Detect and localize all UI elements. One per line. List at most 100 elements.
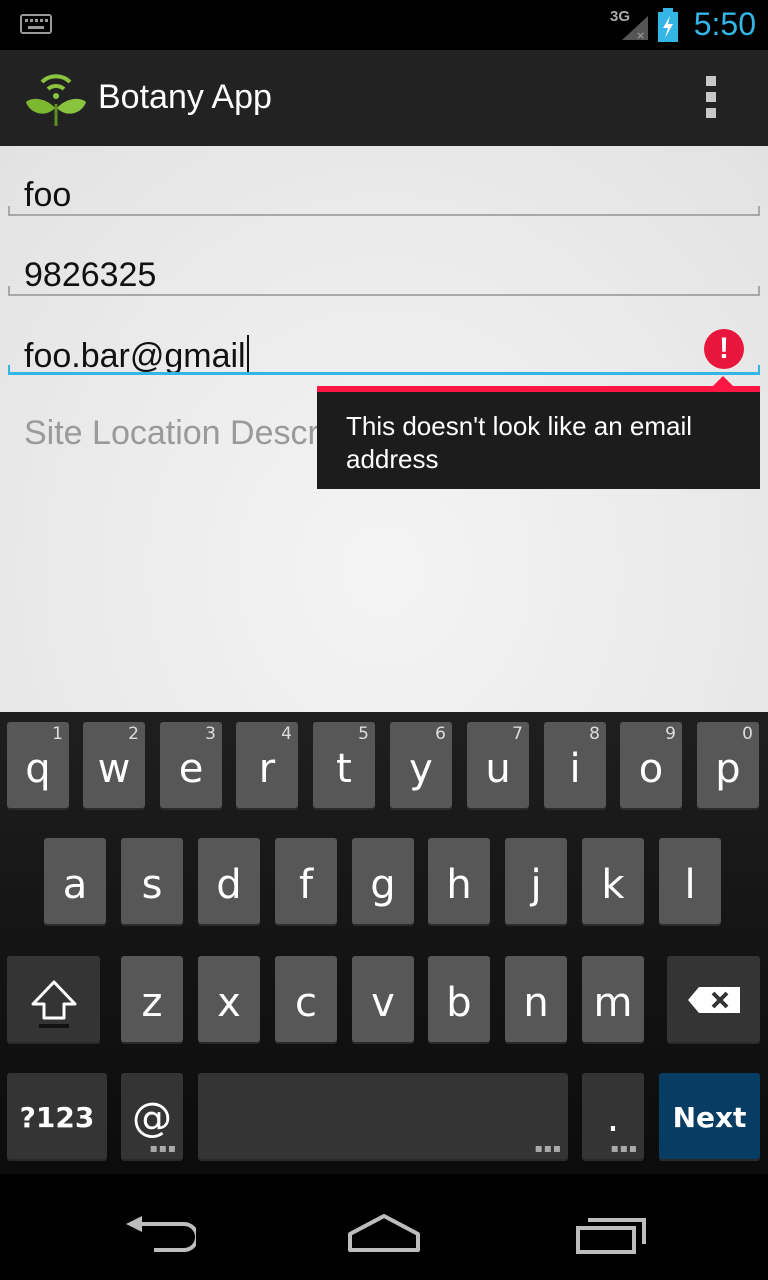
key-label: m: [593, 980, 633, 1026]
key-label: @: [132, 1095, 172, 1141]
key-d[interactable]: d: [198, 838, 260, 924]
key-h[interactable]: h: [428, 838, 490, 924]
key-a[interactable]: a: [44, 838, 106, 924]
text-cursor: [246, 335, 249, 375]
field-value: 9826325: [24, 256, 157, 294]
key-label: Next: [672, 1101, 747, 1134]
key-label: j: [530, 862, 542, 908]
key-m[interactable]: m: [582, 956, 644, 1042]
email-field[interactable]: foo.bar@gmail !: [8, 315, 760, 375]
key-n[interactable]: n: [505, 956, 567, 1042]
key-label: p: [715, 746, 741, 792]
key-label: b: [446, 980, 472, 1026]
field-value: foo: [24, 176, 72, 214]
key-label: k: [601, 862, 625, 908]
field-value: foo.bar@gmail: [24, 335, 249, 376]
key-hint: 8: [589, 724, 600, 744]
key-r[interactable]: 4r: [236, 722, 298, 808]
symbols-key[interactable]: ?123: [7, 1073, 107, 1159]
key-j[interactable]: j: [505, 838, 567, 924]
field-underline: [8, 286, 760, 296]
key-t[interactable]: 5t: [313, 722, 375, 808]
space-key[interactable]: ▪▪▪: [198, 1073, 568, 1159]
key-u[interactable]: 7u: [467, 722, 529, 808]
popup-arrow: [713, 376, 733, 386]
key-label: r: [258, 746, 276, 792]
key-label: ?123: [19, 1101, 95, 1134]
home-icon[interactable]: [346, 1212, 422, 1254]
field-underline: [8, 206, 760, 216]
more-keys-hint: ▪▪▪: [610, 1141, 638, 1155]
period-key[interactable]: . ▪▪▪: [582, 1073, 644, 1159]
key-l[interactable]: l: [659, 838, 721, 924]
leaf-wifi-icon[interactable]: [24, 64, 88, 130]
shift-icon: [31, 980, 77, 1028]
app-title: Botany App: [98, 78, 272, 116]
key-w[interactable]: 2w: [83, 722, 145, 808]
key-label: n: [523, 980, 549, 1026]
key-i[interactable]: 8i: [544, 722, 606, 808]
key-e[interactable]: 3e: [160, 722, 222, 808]
key-label: y: [409, 746, 433, 792]
backspace-icon: [688, 987, 740, 1013]
recent-apps-icon[interactable]: [574, 1212, 648, 1256]
key-b[interactable]: b: [428, 956, 490, 1042]
field-underline: [8, 365, 760, 375]
key-o[interactable]: 9o: [620, 722, 682, 808]
key-label: d: [216, 862, 242, 908]
key-x[interactable]: x: [198, 956, 260, 1042]
key-hint: 6: [435, 724, 446, 744]
signal-icon: ×: [622, 16, 648, 42]
backspace-key[interactable]: [667, 956, 760, 1042]
key-hint: 3: [205, 724, 216, 744]
at-key[interactable]: @ ▪▪▪: [121, 1073, 183, 1159]
key-label: a: [62, 862, 88, 908]
key-label: i: [569, 746, 581, 792]
more-keys-hint: ▪▪▪: [534, 1141, 562, 1155]
action-bar: Botany App: [0, 50, 768, 146]
key-z[interactable]: z: [121, 956, 183, 1042]
overflow-menu-icon[interactable]: [704, 76, 718, 120]
text-field-2[interactable]: 9826325: [8, 236, 760, 296]
svg-text:×: ×: [636, 29, 645, 42]
key-q[interactable]: 1q: [7, 722, 69, 808]
more-keys-hint: ▪▪▪: [149, 1141, 177, 1155]
text-field-1[interactable]: foo: [8, 156, 760, 216]
key-hint: 4: [281, 724, 292, 744]
key-v[interactable]: v: [352, 956, 414, 1042]
status-bar: 3G × 5:50: [0, 0, 768, 50]
error-message: This doesn't look like an email address: [346, 411, 693, 474]
key-label: z: [141, 980, 163, 1026]
next-key[interactable]: Next: [659, 1073, 760, 1159]
key-p[interactable]: 0p: [697, 722, 759, 808]
key-label: q: [25, 746, 51, 792]
error-icon[interactable]: !: [704, 329, 744, 369]
navigation-bar: [0, 1174, 768, 1280]
key-k[interactable]: k: [582, 838, 644, 924]
key-f[interactable]: f: [275, 838, 337, 924]
key-s[interactable]: s: [121, 838, 183, 924]
back-icon[interactable]: [124, 1214, 196, 1254]
key-hint: 7: [512, 724, 523, 744]
key-hint: 5: [358, 724, 369, 744]
key-hint: 0: [742, 724, 753, 744]
shift-key[interactable]: [7, 956, 100, 1042]
key-label: o: [638, 746, 664, 792]
soft-keyboard: 1q 2w 3e 4r 5t 6y 7u 8i 9o 0p a s d f g …: [0, 712, 768, 1174]
key-hint: 2: [128, 724, 139, 744]
key-label: h: [446, 862, 472, 908]
battery-icon: [658, 8, 678, 42]
key-label: x: [217, 980, 241, 1026]
error-popup: This doesn't look like an email address: [317, 376, 760, 489]
keyboard-notification-icon: [20, 14, 52, 34]
key-label: g: [370, 862, 396, 908]
key-hint: 1: [52, 724, 63, 744]
key-c[interactable]: c: [275, 956, 337, 1042]
key-g[interactable]: g: [352, 838, 414, 924]
clock: 5:50: [693, 6, 756, 42]
key-y[interactable]: 6y: [390, 722, 452, 808]
popup-error-bar: [317, 386, 760, 392]
key-label: w: [97, 746, 131, 792]
key-label: t: [336, 746, 352, 792]
key-label: e: [178, 746, 204, 792]
